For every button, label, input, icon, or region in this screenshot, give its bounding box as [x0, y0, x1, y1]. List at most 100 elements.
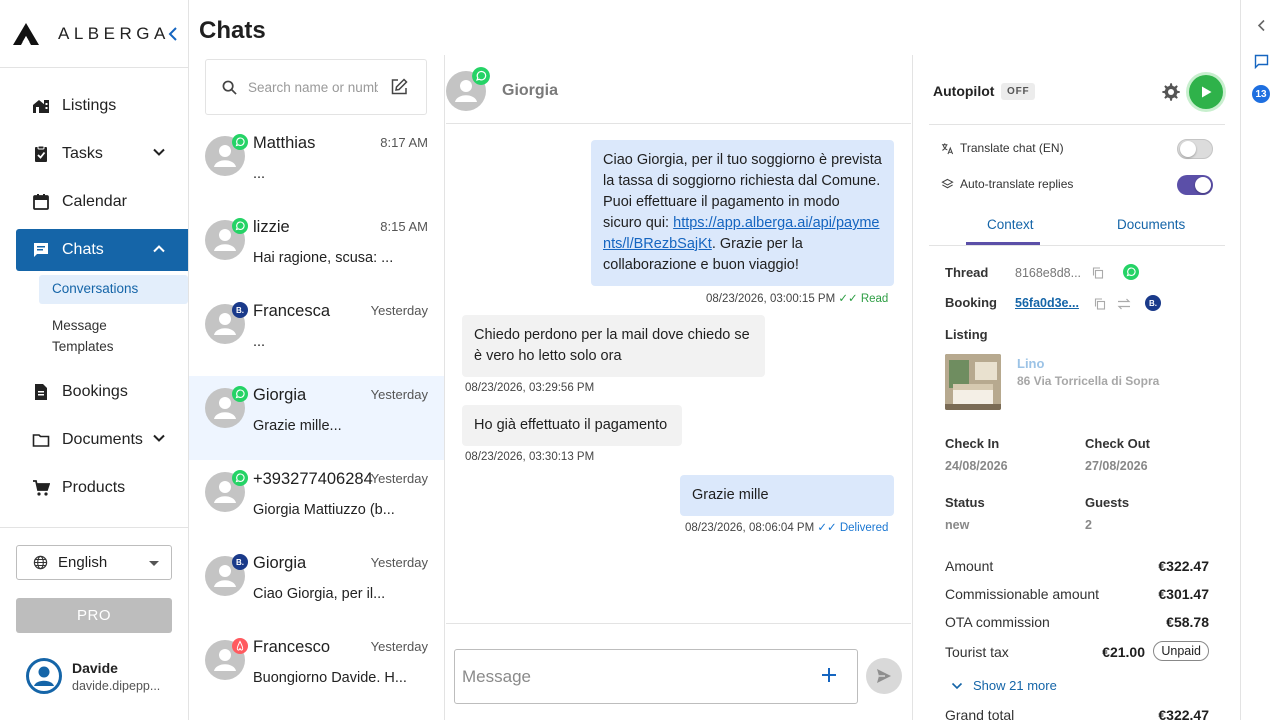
gear-icon[interactable]: [1161, 82, 1181, 102]
chat-list-item[interactable]: B. Giorgia Yesterday Ciao Giorgia, per il..…: [189, 544, 444, 628]
chat-preview: Giorgia Mattiuzzo (b...: [253, 502, 395, 518]
send-icon: [877, 669, 891, 683]
chat-list-item[interactable]: Giorgia Yesterday Grazie mille...: [189, 376, 444, 460]
chat-contact-name: Giorgia: [253, 386, 307, 404]
nav-item-documents[interactable]: Documents: [0, 416, 188, 464]
thread-id: 8168e8d8...: [1015, 266, 1082, 280]
message-input-box: [454, 649, 858, 704]
nav-sub-message-templates[interactable]: Message Templates: [39, 310, 149, 364]
chat-preview: Buongiorno Davide. H...: [253, 670, 407, 686]
auto-translate-row: Auto-translate replies: [941, 177, 1073, 191]
ota-commission-value: €58.78: [1166, 614, 1209, 630]
unpaid-badge[interactable]: Unpaid: [1153, 641, 1209, 661]
booking-id-link[interactable]: 56fa0d3e...: [1015, 296, 1079, 310]
listing-thumbnail[interactable]: [945, 354, 1001, 410]
chat-list: Matthias 8:17 AM... lizzie 8:15 AM Hai ragio…: [189, 55, 445, 720]
chat-items: Matthias 8:17 AM... lizzie 8:15 AM Hai ragio…: [189, 124, 444, 712]
check-in-date: 24/08/2026: [945, 459, 1008, 473]
chat-time: 8:15 AM: [380, 219, 428, 234]
message-text: Chiedo perdono per la mail dove chiedo s…: [474, 327, 750, 364]
language-select[interactable]: English: [16, 545, 172, 580]
chat-contact-name: Francesca: [253, 302, 331, 320]
nav-item-chats[interactable]: Chats: [16, 229, 188, 271]
nav-sub-conversations[interactable]: Conversations: [39, 275, 188, 304]
show-more-button[interactable]: Show 21 more: [951, 678, 1057, 693]
user-name: Davide: [72, 659, 118, 676]
listing-address: 86 Via Torricella di Sopra: [1017, 374, 1160, 388]
search-input[interactable]: [248, 79, 378, 95]
start-autopilot-button[interactable]: [1189, 75, 1223, 109]
nav-label: Products: [62, 478, 126, 496]
user-profile[interactable]: Davide davide.dipepp...: [26, 658, 160, 694]
copy-icon[interactable]: [1094, 298, 1106, 310]
toggle-knob: [1180, 141, 1196, 157]
nav-label: Tasks: [62, 145, 103, 162]
ota-commission-label: OTA commission: [945, 614, 1050, 630]
message-meta: 08/23/2026, 08:06:04 PM ✓✓ Delivered: [685, 520, 888, 534]
chevron-down-icon: [153, 148, 165, 156]
chat-list-item[interactable]: Matthias 8:17 AM...: [189, 124, 444, 208]
swap-icon[interactable]: [1117, 298, 1131, 310]
translate-chat-row: Translate chat (EN): [941, 141, 1064, 155]
task-icon: [32, 145, 50, 163]
auto-translate-label: Auto-translate replies: [960, 177, 1074, 191]
chat-list-item[interactable]: +393277406284 Yesterday Giorgia Mattiuzzo …: [189, 460, 444, 544]
play-icon: [1202, 86, 1212, 98]
whatsapp-icon: [232, 218, 248, 234]
message-input[interactable]: [462, 666, 802, 687]
autopilot-label: Autopilot: [933, 83, 995, 99]
chat-contact-name: lizzie: [253, 218, 290, 236]
translate-icon: [941, 142, 954, 154]
message-status: ✓✓ Delivered: [817, 522, 889, 534]
chat-time: Yesterday: [370, 303, 428, 318]
booking-channel-icon: B.: [1145, 295, 1161, 311]
nav-item-listings[interactable]: Listings: [0, 82, 188, 130]
add-attachment-icon[interactable]: [821, 667, 837, 683]
alberga-logo-icon: [13, 22, 39, 45]
active-tab-indicator: [966, 242, 1040, 245]
copy-icon[interactable]: [1092, 267, 1104, 279]
amount-value: €322.47: [1158, 558, 1209, 574]
check-out-label: Check Out: [1085, 436, 1151, 451]
amount-label: Amount: [945, 558, 994, 574]
autopilot-status-badge: OFF: [1001, 83, 1036, 100]
tab-documents[interactable]: Documents: [1117, 217, 1185, 232]
calendar-icon: [32, 193, 50, 211]
message-meta: 08/23/2026, 03:00:15 PM ✓✓ Read: [706, 291, 888, 305]
send-button[interactable]: [866, 658, 902, 694]
chat-list-item[interactable]: B. Francesca Yesterday...: [189, 292, 444, 376]
nav-item-calendar[interactable]: Calendar: [0, 178, 188, 226]
auto-translate-toggle[interactable]: [1177, 175, 1213, 195]
caret-down-icon: [149, 561, 159, 566]
chat-list-item[interactable]: lizzie 8:15 AM Hai ragione, scusa: ...: [189, 208, 444, 292]
nav-label: Calendar: [62, 193, 127, 210]
listing-label: Listing: [945, 327, 988, 342]
language-value: English: [58, 554, 108, 571]
notification-count-badge[interactable]: 13: [1252, 85, 1270, 103]
nav-item-bookings[interactable]: Bookings: [0, 368, 188, 416]
chevron-left-icon[interactable]: [1254, 18, 1269, 33]
listing-name[interactable]: Lino: [1017, 356, 1044, 371]
thread-label: Thread: [945, 265, 989, 280]
nav-item-tasks[interactable]: Tasks: [0, 130, 188, 178]
chat-list-item[interactable]: Francesco Yesterday Buongiorno Davide. H..…: [189, 628, 444, 712]
chat-bubble-icon[interactable]: [1254, 54, 1269, 69]
tab-context[interactable]: Context: [987, 217, 1034, 232]
message-timestamp: 08/23/2026, 03:29:56 PM: [465, 382, 595, 394]
nav-item-products[interactable]: Products: [0, 464, 188, 512]
globe-icon: [33, 555, 48, 570]
collapse-sidebar-icon[interactable]: [166, 25, 180, 43]
divider: [929, 124, 1225, 125]
chat-time: Yesterday: [370, 471, 428, 486]
translate-chat-toggle[interactable]: [1177, 139, 1213, 159]
chat-preview: Ciao Giorgia, per il...: [253, 586, 386, 602]
whatsapp-icon: [1123, 264, 1139, 280]
check-out-date: 27/08/2026: [1085, 459, 1148, 473]
chat-time: Yesterday: [370, 555, 428, 570]
new-chat-icon[interactable]: [390, 78, 408, 96]
pro-button[interactable]: PRO: [16, 598, 172, 633]
nav-label: Chats: [62, 241, 104, 258]
commissionable-amount-label: Commissionable amount: [945, 586, 1100, 602]
chat-time: 8:17 AM: [380, 135, 428, 150]
sidebar: ALBERGA Listings Tasks Calendar Chats Co…: [0, 0, 189, 720]
